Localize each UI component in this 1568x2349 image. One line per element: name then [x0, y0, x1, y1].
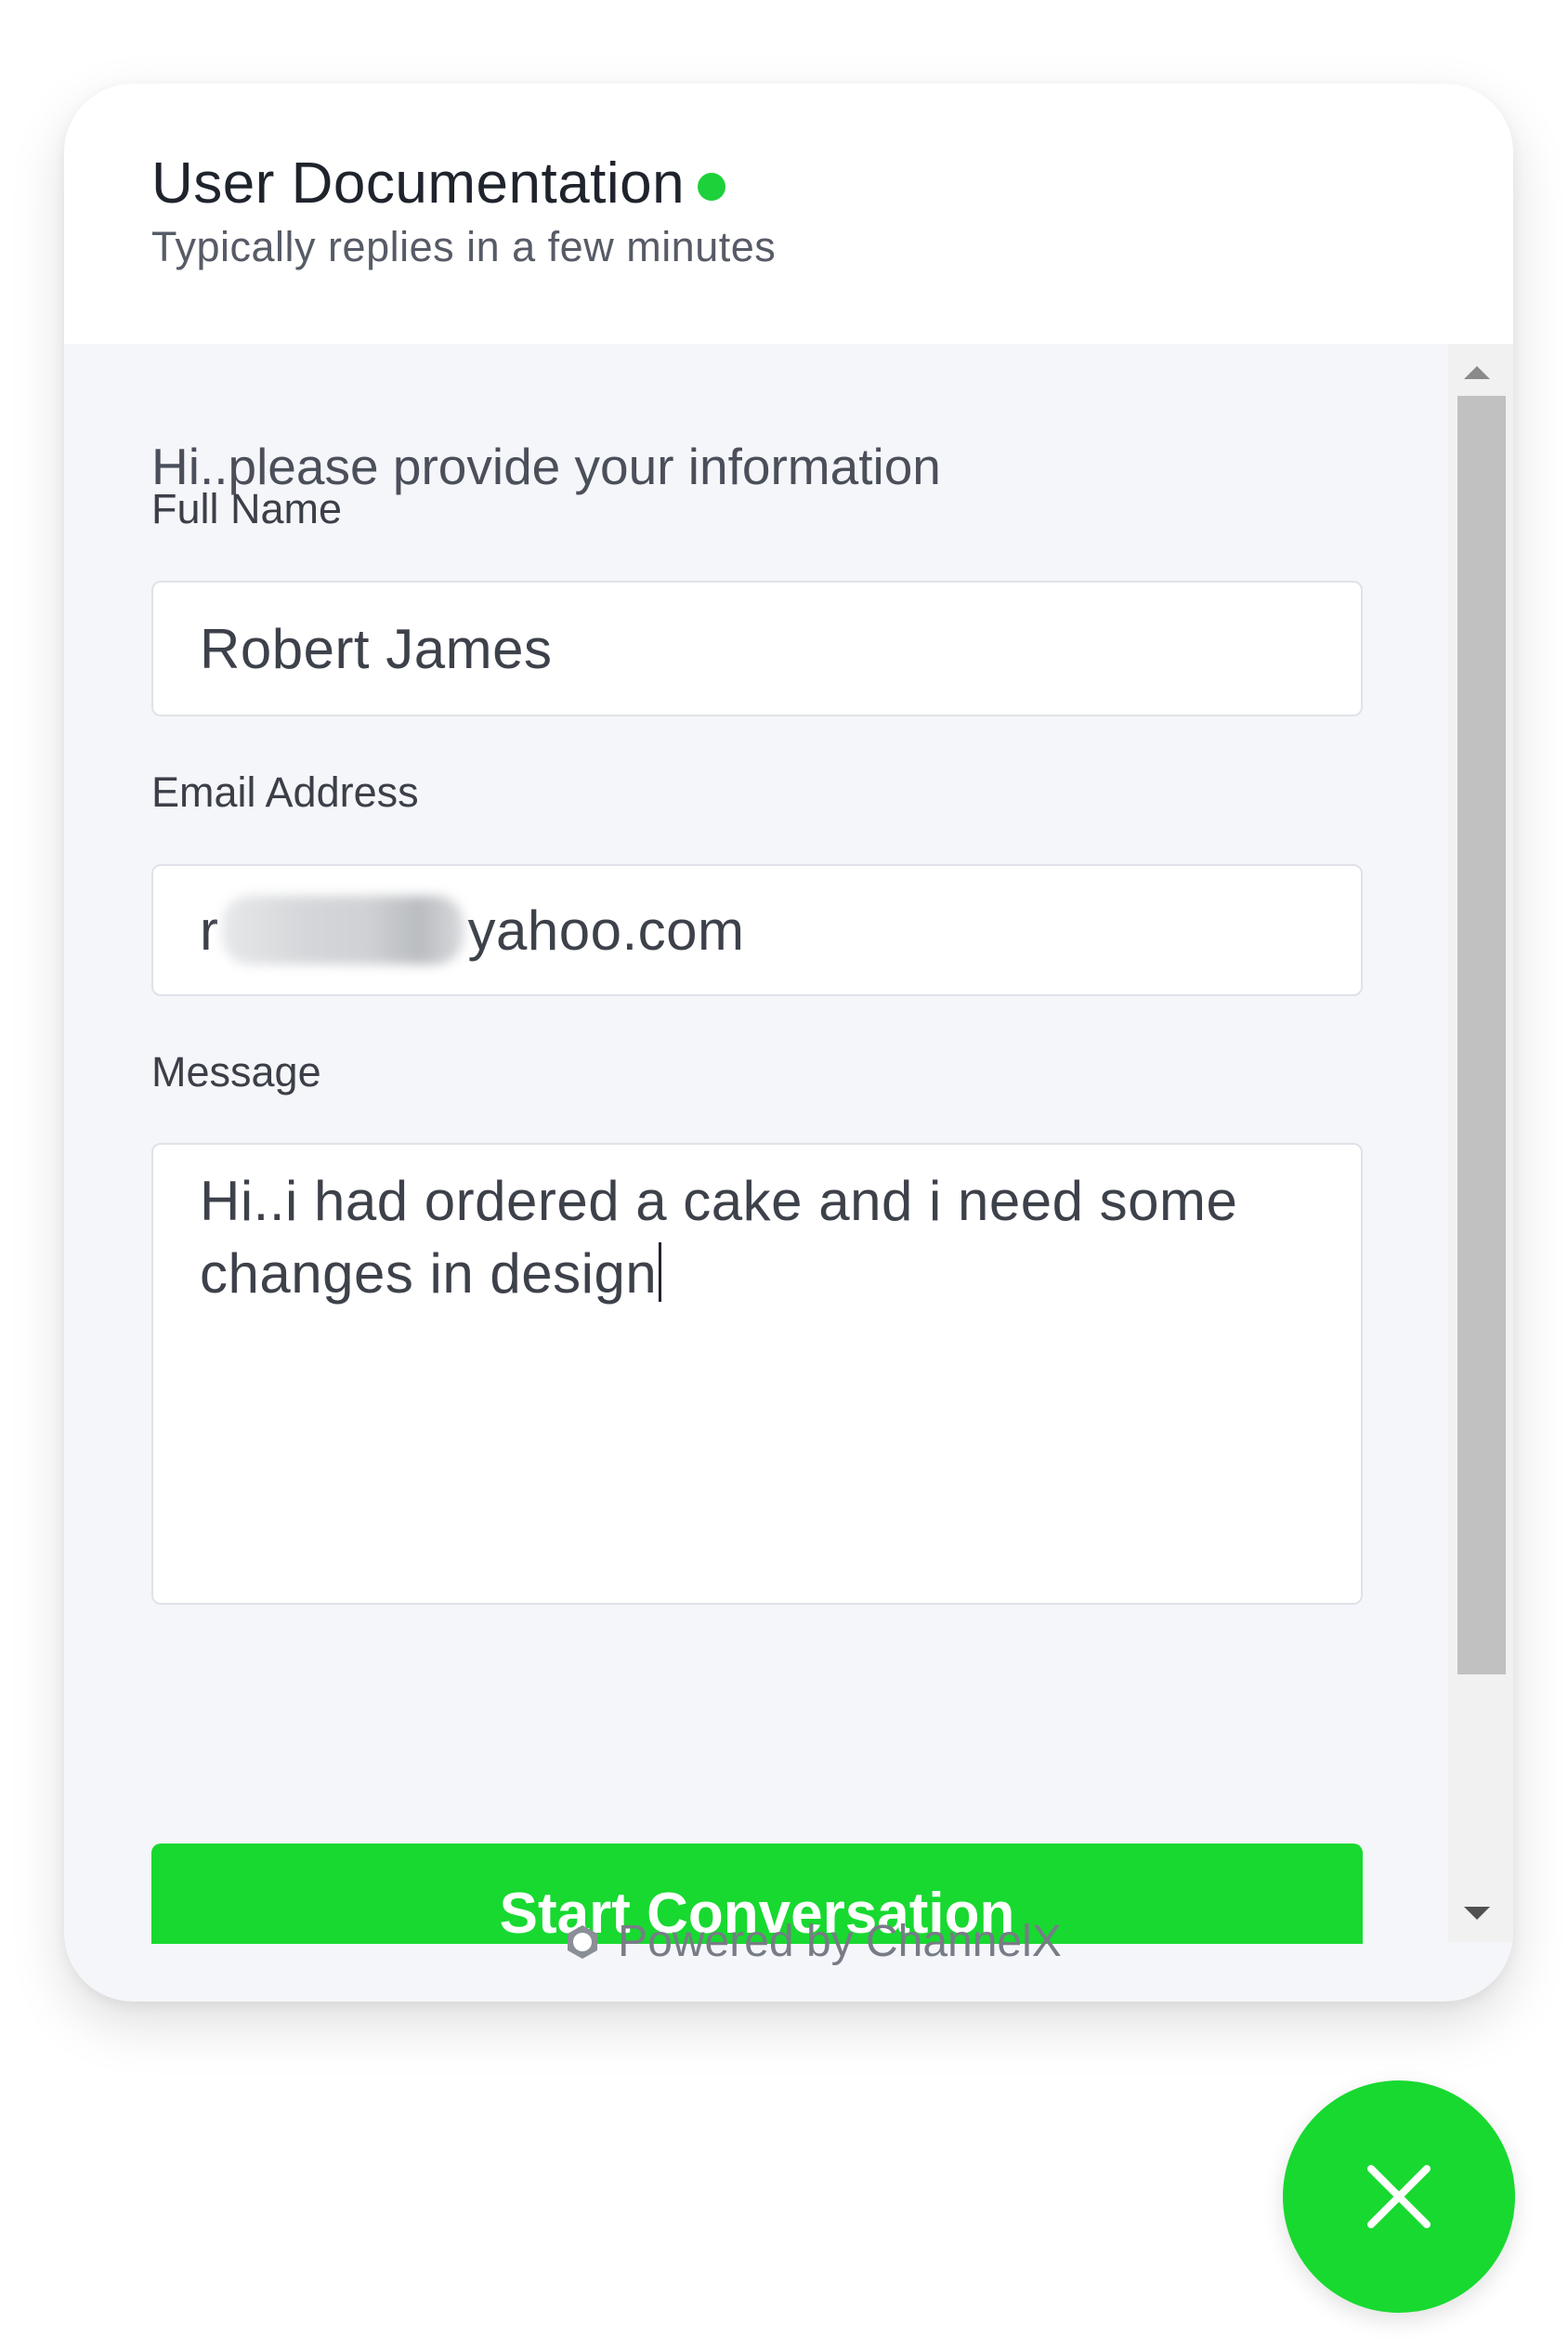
text-cursor — [659, 1242, 662, 1302]
widget-footer: Powered by ChannelX — [64, 1917, 1513, 2001]
scroll-down-arrow-icon[interactable] — [1464, 1907, 1490, 1920]
powered-by-text: Powered by ChannelX — [618, 1917, 1062, 1966]
close-icon — [1367, 2165, 1431, 2228]
message-value: Hi..i had ordered a cake and i need some… — [200, 1170, 1238, 1305]
close-chat-button[interactable] — [1283, 2080, 1515, 2313]
message-textarea[interactable]: Hi..i had ordered a cake and i need some… — [151, 1143, 1363, 1605]
powered-by[interactable]: Powered by ChannelX — [562, 1916, 1062, 1967]
title-row: User Documentation — [151, 151, 726, 217]
form-scroll-area[interactable]: Hi..please provide your information Full… — [64, 344, 1513, 1944]
widget-title: User Documentation — [151, 151, 686, 216]
email-value-suffix: yahoo.com — [467, 899, 745, 962]
online-status-dot — [698, 172, 726, 201]
full-name-value: Robert James — [200, 617, 553, 680]
email-field[interactable]: r yahoo.com — [151, 864, 1363, 996]
full-name-label: Full Name — [151, 485, 343, 532]
email-value-prefix: r — [200, 899, 219, 962]
reply-time-subtitle: Typically replies in a few minutes — [151, 223, 777, 270]
widget-header: User Documentation Typically replies in … — [64, 84, 1513, 344]
full-name-field[interactable]: Robert James — [151, 581, 1363, 716]
email-redacted-blur — [222, 896, 464, 965]
chat-widget: User Documentation Typically replies in … — [64, 84, 1513, 2001]
scroll-up-arrow-icon[interactable] — [1464, 366, 1490, 379]
scrollbar-thumb[interactable] — [1457, 396, 1506, 1674]
message-label: Message — [151, 1048, 321, 1096]
channelx-logo-icon — [568, 1924, 598, 1959]
vertical-scrollbar[interactable] — [1448, 344, 1513, 1942]
email-label: Email Address — [151, 768, 419, 816]
